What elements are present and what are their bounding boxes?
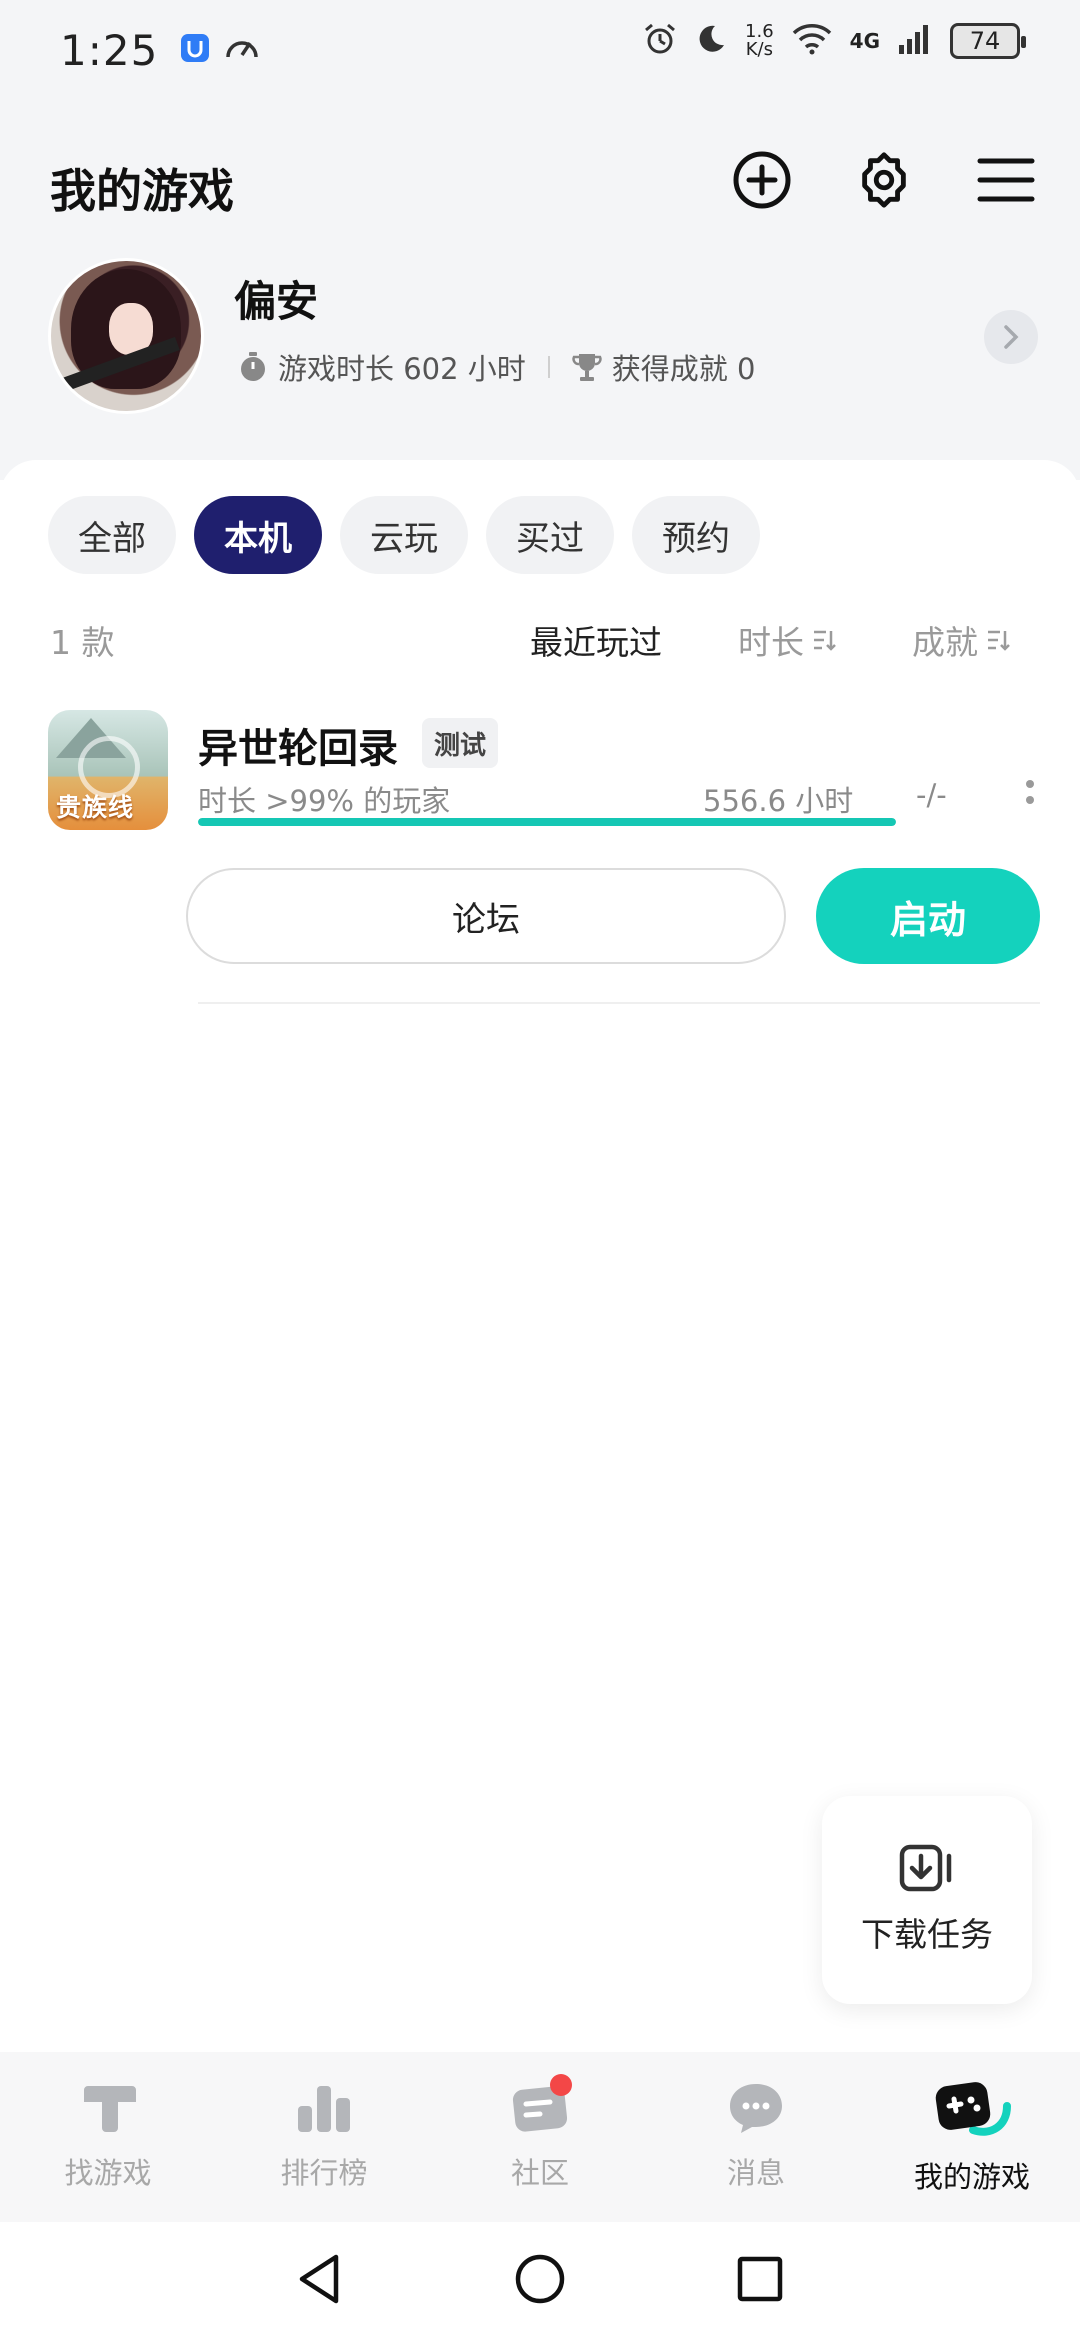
hamburger-menu-icon — [977, 158, 1035, 202]
home-button[interactable] — [514, 2253, 566, 2309]
tab-all[interactable]: 全部 — [48, 496, 176, 574]
notification-badge — [550, 2074, 572, 2096]
profile-stats: 游戏时长 602 小时 获得成就 0 — [238, 346, 755, 388]
game-icon[interactable]: 贵族线 — [48, 710, 168, 830]
download-tasks-label: 下载任务 — [861, 1915, 993, 1954]
rankings-icon — [298, 2086, 350, 2132]
sort-order-icon — [814, 630, 836, 651]
wifi-icon — [792, 23, 832, 59]
dot — [1026, 796, 1034, 804]
forum-button[interactable]: 论坛 — [186, 868, 786, 964]
speedometer-icon — [224, 33, 260, 67]
download-icon — [899, 1844, 952, 1892]
menu-button[interactable] — [976, 150, 1036, 210]
stopwatch-icon — [241, 352, 265, 381]
plus-circle-icon — [733, 151, 791, 209]
tab-purchased[interactable]: 买过 — [486, 496, 614, 574]
sort-order-icon — [988, 630, 1010, 651]
tab-local[interactable]: 本机 — [194, 496, 322, 574]
game-achievements: -/- — [916, 778, 947, 812]
screen: 1:25 1.6 K/s 4G 74 我的游戏 偏安 游戏时长 602 小时 获… — [0, 0, 1080, 2340]
back-button[interactable] — [296, 2253, 344, 2309]
tab-cloud[interactable]: 云玩 — [340, 496, 468, 574]
gear-icon — [862, 152, 906, 208]
game-playtime: 556.6 小时 — [703, 784, 854, 818]
nav-find-games[interactable]: 找游戏 — [0, 2052, 216, 2222]
header-actions — [732, 150, 1036, 210]
download-tasks-button[interactable]: 下载任务 — [822, 1796, 1032, 2004]
trophy-icon — [572, 354, 602, 381]
nav-my-games[interactable]: 我的游戏 — [864, 2052, 1080, 2222]
signal-icon — [898, 23, 932, 59]
recents-square-icon — [737, 2256, 783, 2302]
game-icon-logo: 贵族线 — [56, 793, 135, 822]
game-list-item[interactable]: 贵族线 异世轮回录 测试 时长 >99% 的玩家 556.6 小时 -/- 论坛… — [48, 710, 1040, 1010]
dot — [1026, 780, 1034, 788]
messages-icon — [730, 2084, 782, 2133]
sort-bar: 1 款 最近玩过 时长 成就 — [50, 610, 1030, 670]
profile-card[interactable]: 偏安 游戏时长 602 小时 获得成就 0 — [48, 258, 1038, 418]
launch-button[interactable]: 启动 — [816, 868, 1040, 964]
more-options-button[interactable] — [1020, 780, 1040, 820]
add-game-button[interactable] — [732, 150, 792, 210]
divider — [198, 1002, 1040, 1004]
profile-arrow-button[interactable] — [984, 310, 1038, 364]
header: 我的游戏 偏安 游戏时长 602 小时 获得成就 0 — [0, 100, 1080, 480]
network-speed: 1.6 K/s — [745, 21, 774, 60]
chevron-right-icon — [1004, 325, 1019, 349]
battery-indicator: 74 — [950, 23, 1026, 59]
gamepad-icon — [935, 2082, 1011, 2136]
system-nav-bar — [0, 2222, 1080, 2340]
alarm-icon — [643, 22, 677, 60]
divider — [547, 356, 550, 378]
sort-achievement[interactable]: 成就 — [912, 616, 1010, 664]
back-triangle-icon — [299, 2254, 339, 2304]
game-count: 1 款 — [50, 623, 115, 662]
progress-fill — [198, 818, 896, 826]
avatar[interactable] — [48, 258, 204, 414]
nav-rankings[interactable]: 排行榜 — [216, 2052, 432, 2222]
page-title: 我的游戏 — [50, 164, 234, 218]
tab-reserved[interactable]: 预约 — [632, 496, 760, 574]
settings-button[interactable] — [854, 150, 914, 210]
home-circle-icon — [515, 2254, 565, 2304]
sort-duration[interactable]: 时长 — [738, 616, 836, 664]
sort-recent[interactable]: 最近玩过 — [530, 616, 662, 664]
shield-app-icon — [180, 33, 210, 67]
profile-name: 偏安 — [234, 277, 319, 326]
status-time: 1:25 — [60, 25, 159, 75]
find-games-icon — [84, 2086, 136, 2132]
moon-icon — [695, 23, 727, 59]
nav-community[interactable]: 社区 — [432, 2052, 648, 2222]
playtime-rank: 时长 >99% 的玩家 — [198, 784, 451, 818]
playtime-text: 游戏时长 602 小时 — [278, 352, 526, 386]
filter-tabs: 全部 本机 云玩 买过 预约 — [48, 496, 760, 574]
game-tag-badge: 测试 — [422, 718, 499, 768]
status-bar: 1:25 1.6 K/s 4G 74 — [0, 0, 1080, 100]
recents-button[interactable] — [736, 2255, 784, 2307]
nav-messages[interactable]: 消息 — [648, 2052, 864, 2222]
game-title: 异世轮回录 — [198, 726, 398, 772]
bottom-nav: 找游戏 排行榜 社区 消息 我的游戏 — [0, 2052, 1080, 2222]
playtime-progress-bar — [198, 818, 896, 826]
network-type: 4G — [849, 29, 880, 53]
achievements-text: 获得成就 0 — [611, 352, 756, 386]
